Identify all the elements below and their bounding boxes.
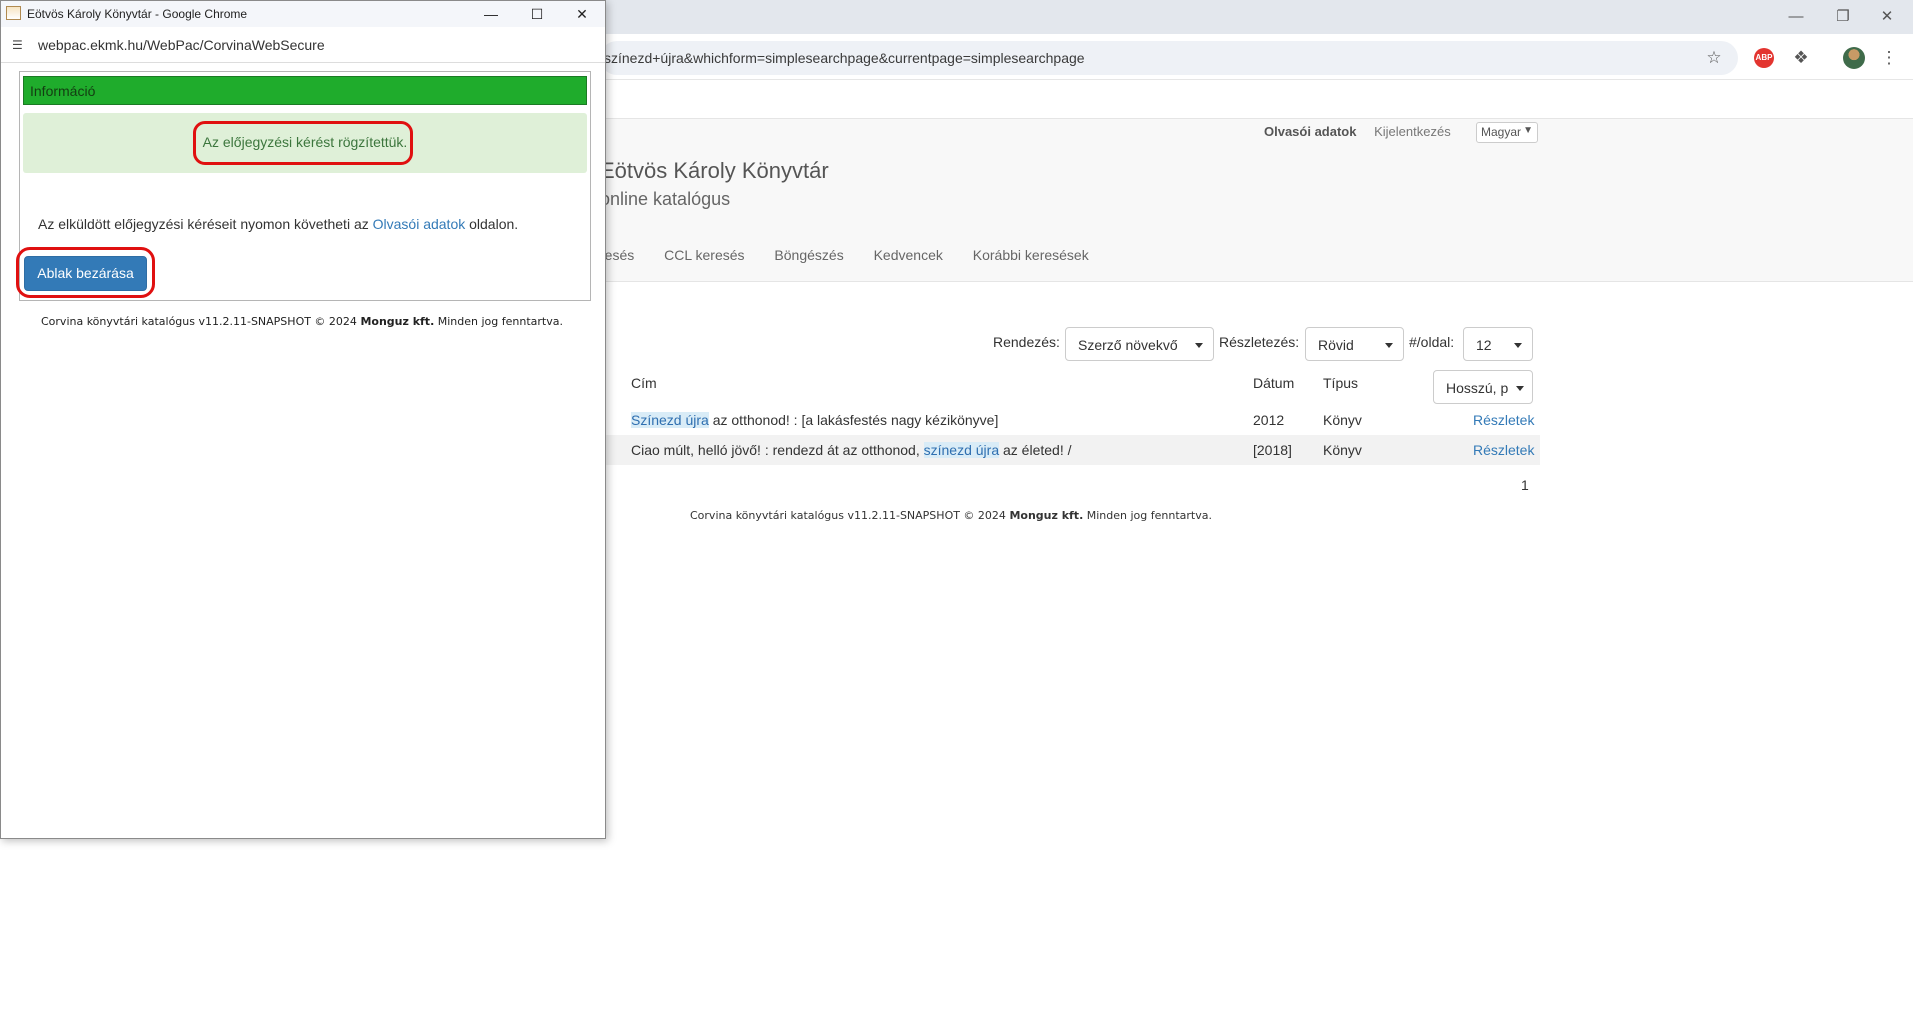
title-highlight: színezd újra [923,442,1000,458]
header-type: Típus [1323,375,1359,391]
nav-tabs: resés CCL keresés Böngészés Kedvencek Ko… [600,247,1115,263]
popup-address-bar[interactable]: ☰ webpac.ekmk.hu/WebPac/CorvinaWebSecure [1,27,605,63]
footer-company: Monguz kft. [1009,509,1084,522]
logout-link[interactable]: Kijelentkezés [1374,124,1451,139]
reader-data-link[interactable]: Olvasói adatok [1264,124,1356,139]
row-title[interactable]: Színezd újra az otthonod! : [a lakásfest… [631,412,998,428]
language-value: Magyar [1481,125,1522,139]
language-select[interactable]: Magyar ▼ [1476,122,1538,143]
footer-text: Corvina könyvtári katalógus v11.2.11-SNA… [690,509,1010,522]
popup-footer: Corvina könyvtári katalógus v11.2.11-SNA… [41,315,563,328]
close-icon[interactable]: ✕ [564,2,600,26]
info-header: Információ [23,76,587,105]
sort-select[interactable]: Szerző növekvő [1065,327,1214,361]
header-title: Cím [631,375,657,391]
minimize-icon[interactable]: — [473,2,509,26]
sort-label: Rendezés: [993,334,1060,350]
chevron-down-icon: ▼ [1523,125,1533,136]
caret-icon [1514,343,1522,348]
footer-text: Minden jog fenntartva. [434,315,563,328]
footer-text: Corvina könyvtári katalógus v11.2.11-SNA… [41,315,361,328]
title-text: Ciao múlt, helló jövő! : rendezd át az o… [631,442,924,458]
site-settings-icon[interactable]: ☰ [12,38,23,52]
tab-previous-searches[interactable]: Korábbi keresések [973,247,1089,263]
table-header-row: Cím Dátum Típus [600,368,1540,398]
library-favicon-icon [6,6,21,20]
top-links: Olvasói adatok Kijelentkezés [1264,124,1465,139]
menu-kebab-icon[interactable]: ⋮ [1878,47,1900,69]
title-text: az életed! / [999,442,1072,458]
minimize-icon[interactable]: — [1774,4,1818,30]
table-row[interactable]: Ciao múlt, helló jövő! : rendezd át az o… [600,435,1540,465]
details-link[interactable]: Részletek [1473,412,1534,428]
results-table: Cím Dátum Típus Színezd újra az otthonod… [600,368,1540,465]
detail-value: Rövid [1318,337,1354,353]
page-footer: Corvina könyvtári katalógus v11.2.11-SNA… [690,509,1212,522]
detail-label: Részletezés: [1219,334,1300,350]
footer-text: Minden jog fenntartva. [1083,509,1212,522]
bookmark-star-icon[interactable]: ☆ [1703,47,1725,69]
address-bar[interactable]: színezd+újra&whichform=simplesearchpage&… [600,41,1738,75]
address-url: színezd+újra&whichform=simplesearchpage&… [604,50,1085,66]
body-text: Az elküldött előjegyzési kéréseit nyomon… [38,216,373,232]
tab-browse[interactable]: Böngészés [774,247,843,263]
detail-select[interactable]: Rövid [1305,327,1404,361]
restore-icon[interactable]: ❐ [1821,4,1865,30]
popup-title: Eötvös Károly Könyvtár - Google Chrome [27,7,248,21]
row-type: Könyv [1323,412,1362,428]
footer-company: Monguz kft. [360,315,435,328]
per-page-value: 12 [1476,337,1492,353]
row-title[interactable]: Ciao múlt, helló jövő! : rendezd át az o… [631,442,1072,458]
annotation-highlight-button [16,247,155,298]
popup-body-text: Az elküldött előjegyzési kéréseit nyomon… [38,216,518,232]
popup-titlebar: Eötvös Károly Könyvtár - Google Chrome —… [1,1,605,27]
site-subtitle: online katalógus [600,189,731,209]
popup-window: Eötvös Károly Könyvtár - Google Chrome —… [0,0,606,839]
header-date: Dátum [1253,375,1295,391]
close-icon[interactable]: ✕ [1865,4,1909,30]
row-date: 2012 [1253,412,1285,428]
table-row[interactable]: Színezd újra az otthonod! : [a lakásfest… [600,405,1540,435]
adblock-icon[interactable]: ABP [1754,48,1774,68]
pager-page-1[interactable]: 1 [1521,477,1529,493]
tab-ccl-search[interactable]: CCL keresés [664,247,744,263]
sort-value: Szerző növekvő [1078,337,1178,353]
profile-avatar-icon[interactable] [1843,47,1865,69]
row-type: Könyv [1323,442,1362,458]
title-text: az otthonod! : [a lakásfestés nagy kézik… [708,412,999,428]
site-title: Eötvös Károly Könyvtár [600,158,829,183]
annotation-highlight-message [193,121,413,165]
per-page-label: #/oldal: [1409,334,1455,350]
details-link[interactable]: Részletek [1473,442,1534,458]
caret-icon [1195,343,1203,348]
caret-icon [1385,343,1393,348]
extensions-icon[interactable]: ❖ [1790,47,1812,69]
body-text: oldalon. [465,216,519,232]
popup-url: webpac.ekmk.hu/WebPac/CorvinaWebSecure [38,37,325,53]
maximize-icon[interactable]: ☐ [519,2,555,26]
per-page-select[interactable]: 12 [1463,327,1533,361]
title-highlight: Színezd újra [631,412,709,428]
tab-favorites[interactable]: Kedvencek [874,247,943,263]
row-date: [2018] [1253,442,1292,458]
reader-data-link[interactable]: Olvasói adatok [373,216,466,232]
